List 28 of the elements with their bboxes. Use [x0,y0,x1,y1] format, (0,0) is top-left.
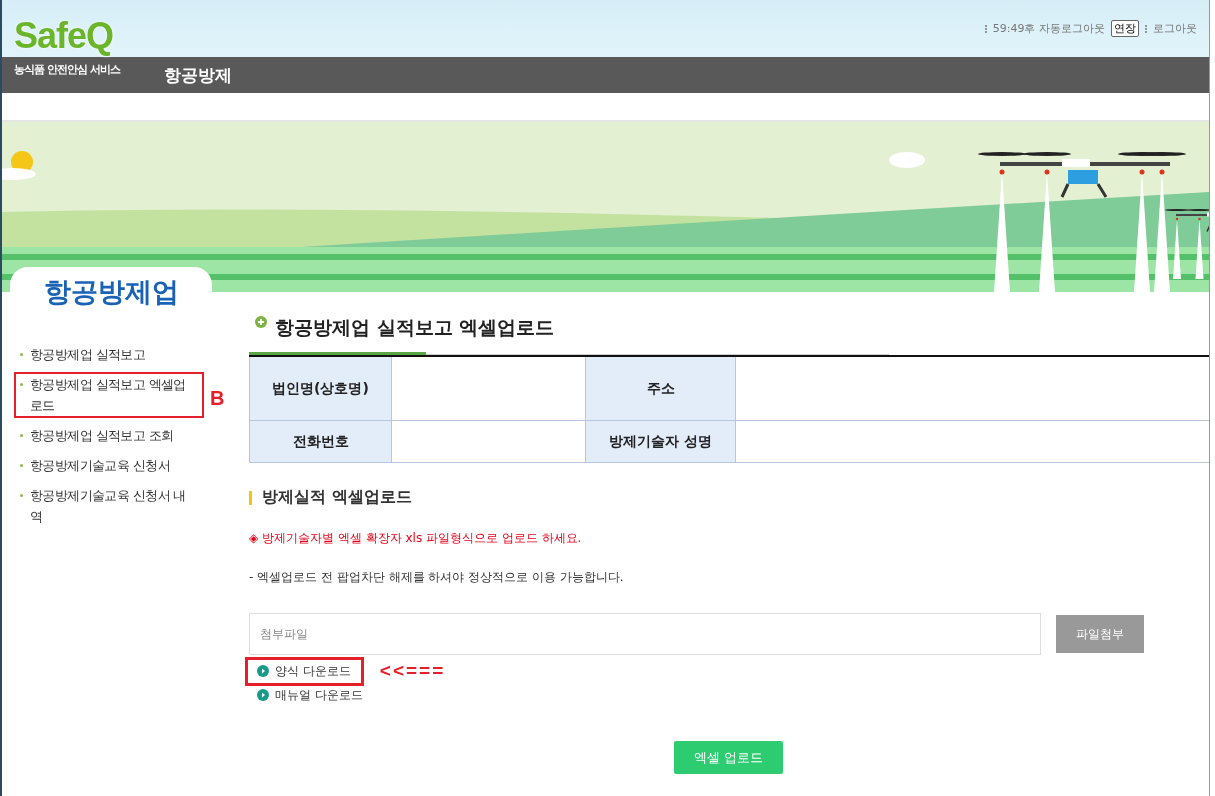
sidebar-item[interactable]: 항공방제업 실적보고 [14,342,204,367]
field-label: 전화번호 [249,421,392,463]
separator-icon [984,24,987,33]
annotation-arrow: <<=== [379,660,446,682]
notice-text: ◈ 방제기술자별 엑셀 확장자 xls 파일형식으로 업로드 하세요. [249,530,583,547]
download-link[interactable]: 양식 다운로드 [245,656,364,686]
field-label: 주소 [585,357,736,421]
plus-circle-icon [255,316,267,328]
note-text: - 엑셀업로드 전 팝업차단 해제를 하셔야 정상적으로 이용 가능합니다. [249,569,625,586]
sidebar-item[interactable]: 항공방제업 실적보고 조회 [14,423,204,448]
logout-link[interactable]: 로그아웃 [1153,21,1197,36]
annotation-label: B [210,387,225,410]
nav-title[interactable]: 항공방제 [164,63,232,87]
separator-icon [1145,24,1147,33]
logo-subtitle: 농식품 안전안심 서비스 [14,62,120,77]
auto-logout-timer: 59:49후 자동로그아웃 [992,21,1105,36]
play-icon [257,689,269,701]
page-title: 항공방제업 실적보고 엑셀업로드 [275,315,555,340]
field-label: 법인명(상호명) [249,357,392,421]
play-icon [257,665,269,677]
sidebar-item[interactable]: 항공방제기술교육 신청서 [14,453,204,478]
extend-button[interactable]: 연장 [1111,20,1139,37]
logo-name: SafeQ [14,18,115,54]
sidebar-item[interactable]: 항공방제기술교육 신청서 내역 [14,483,204,529]
field-label: 방제기술자 성명 [585,421,736,463]
section-title: 방제실적 엑셀업로드 [262,487,412,508]
sidebar-item[interactable]: 항공방제업 실적보고 엑셀업로드 [14,372,204,418]
file-field[interactable]: 첨부파일 [249,613,1041,655]
